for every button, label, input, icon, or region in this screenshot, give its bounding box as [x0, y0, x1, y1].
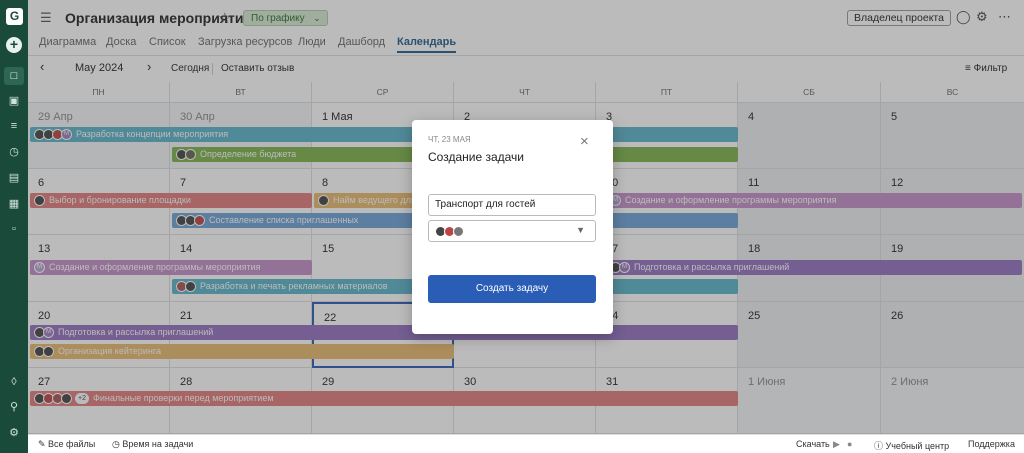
- create-task-modal: ЧТ, 23 МАЯ Создание задачи × Транспорт д…: [412, 120, 613, 334]
- document-icon[interactable]: ▤: [4, 169, 24, 187]
- help-icon: ⓘ: [874, 441, 886, 451]
- all-files-label: Все файлы: [48, 439, 96, 449]
- search-icon[interactable]: ⚲: [4, 398, 24, 416]
- learning-center-label: Учебный центр: [885, 441, 950, 451]
- play-store-icon[interactable]: ▶: [833, 439, 840, 450]
- briefcase-icon[interactable]: ▣: [4, 92, 24, 110]
- clock-icon[interactable]: ◷: [4, 143, 24, 161]
- close-icon[interactable]: ×: [580, 133, 589, 150]
- create-new-button[interactable]: +: [6, 37, 22, 53]
- left-sidebar: G + □ ▣ ≡ ◷ ▤ ▦ ▫ ◊ ⚲ ⚙: [0, 0, 28, 453]
- chat-icon[interactable]: ▫: [4, 220, 24, 238]
- app-logo[interactable]: G: [6, 8, 23, 25]
- footer-bar: ✎ Все файлы ◷ Время на задачи Скачать ▶ …: [28, 434, 1024, 453]
- support-link[interactable]: Поддержка: [968, 439, 1015, 449]
- time-on-tasks-link[interactable]: ◷ Время на задачи: [112, 439, 193, 450]
- timer-icon: ◷: [112, 439, 123, 449]
- all-files-link[interactable]: ✎ Все файлы: [38, 439, 95, 450]
- avatar: [453, 226, 464, 237]
- grid-icon[interactable]: ▦: [4, 195, 24, 213]
- task-name-input[interactable]: Транспорт для гостей: [428, 194, 596, 216]
- apple-icon[interactable]: ●: [847, 439, 852, 449]
- paperclip-icon: ✎: [38, 439, 49, 449]
- assignee-select[interactable]: ▼: [428, 220, 596, 242]
- modal-date: ЧТ, 23 МАЯ: [428, 135, 471, 144]
- folder-icon[interactable]: □: [4, 67, 24, 85]
- assignee-avatars: [435, 226, 464, 237]
- create-task-button[interactable]: Создать задачу: [428, 275, 596, 303]
- download-label[interactable]: Скачать: [796, 439, 830, 449]
- bell-icon[interactable]: ◊: [4, 373, 24, 391]
- time-on-tasks-label: Время на задачи: [122, 439, 194, 449]
- modal-title: Создание задачи: [428, 150, 524, 164]
- list-icon[interactable]: ≡: [4, 117, 24, 135]
- chevron-down-icon: ▼: [576, 225, 585, 235]
- learning-center-link[interactable]: ⓘ Учебный центр: [874, 439, 949, 452]
- gear-icon[interactable]: ⚙: [4, 424, 24, 442]
